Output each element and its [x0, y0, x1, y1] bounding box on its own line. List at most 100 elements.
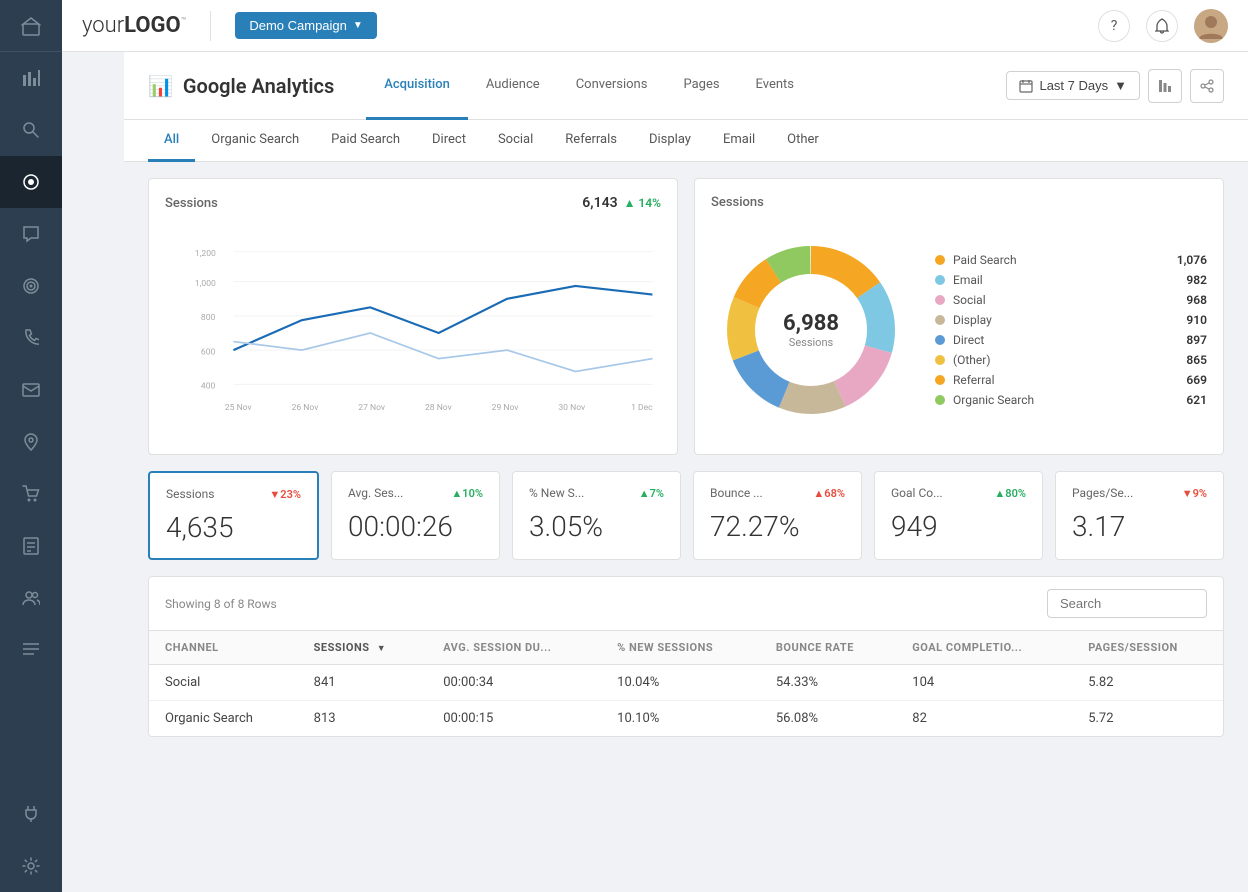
donut-content: 6,988 Sessions Paid Search 1,076 [711, 222, 1207, 438]
table-row: Organic Search 813 00:00:15 10.10% 56.08… [149, 701, 1223, 737]
metric-name-pages: Pages/Se... [1072, 486, 1133, 500]
metric-name-goal: Goal Co... [891, 486, 943, 500]
share-button[interactable] [1190, 69, 1224, 103]
svg-text:800: 800 [201, 313, 216, 323]
location-icon[interactable] [0, 416, 62, 468]
sub-tab-social[interactable]: Social [482, 120, 549, 162]
target-icon[interactable] [0, 260, 62, 312]
svg-text:1,200: 1,200 [195, 249, 216, 259]
legend-dot-social [935, 295, 945, 305]
legend-organic-search: Organic Search 621 [935, 390, 1207, 410]
metric-value-goal: 949 [891, 510, 1026, 543]
page-tabs: Acquisition Audience Conversions Pages E… [366, 52, 812, 119]
sub-tab-organic-search[interactable]: Organic Search [195, 120, 315, 162]
showing-text: Showing 8 of 8 Rows [165, 597, 277, 611]
legend-display: Display 910 [935, 310, 1207, 330]
tab-conversions[interactable]: Conversions [558, 52, 666, 120]
demo-campaign-button[interactable]: Demo Campaign ▼ [235, 12, 376, 39]
sub-tab-display[interactable]: Display [633, 120, 707, 162]
table-header-bar: Showing 8 of 8 Rows [149, 577, 1223, 631]
col-new-sessions: % NEW SESSIONS [601, 631, 760, 665]
sub-tabs: All Organic Search Paid Search Direct So… [124, 120, 1248, 162]
line-chart-svg-container: 1,200 1,000 800 600 400 [165, 223, 661, 423]
tab-events[interactable]: Events [738, 52, 812, 120]
line-chart-value: 6,143 ▲ 14% [582, 195, 661, 211]
cell-goal-organic: 82 [896, 701, 1072, 737]
line-chart-trend: ▲ 14% [624, 196, 661, 210]
tab-pages[interactable]: Pages [665, 52, 737, 120]
metric-value-sessions: 4,635 [166, 511, 301, 544]
metric-name-sessions: Sessions [166, 487, 214, 501]
email-sidebar-icon[interactable] [0, 364, 62, 416]
tab-audience[interactable]: Audience [468, 52, 558, 120]
page-title: Google Analytics [183, 74, 334, 98]
analytics-icon[interactable] [0, 52, 62, 104]
col-sessions[interactable]: SESSIONS ▼ [298, 631, 428, 665]
avatar[interactable] [1194, 9, 1228, 43]
users-icon[interactable] [0, 572, 62, 624]
donut-chart-title: Sessions [711, 195, 764, 210]
metric-trend-goal: ▲80% [994, 487, 1026, 500]
col-avg-session: AVG. SESSION DU... [427, 631, 601, 665]
sub-tab-other[interactable]: Other [771, 120, 835, 162]
legend-social: Social 968 [935, 290, 1207, 310]
reports-icon[interactable] [0, 520, 62, 572]
legend-dot-paid-search [935, 255, 945, 265]
metric-name-avg-session: Avg. Ses... [348, 486, 403, 500]
metric-trend-bounce: ▲68% [813, 487, 845, 500]
logo-divider [210, 11, 211, 41]
metric-card-goal[interactable]: Goal Co... ▲80% 949 [874, 471, 1043, 560]
cell-pages-social: 5.82 [1072, 665, 1223, 701]
list-icon[interactable] [0, 624, 62, 676]
metric-card-bounce[interactable]: Bounce ... ▲68% 72.27% [693, 471, 862, 560]
col-channel: CHANNEL [149, 631, 298, 665]
help-button[interactable]: ? [1098, 10, 1130, 42]
ga-icon: 📊 [148, 74, 173, 98]
metric-card-new-sessions[interactable]: % New S... ▲7% 3.05% [512, 471, 681, 560]
notifications-button[interactable] [1146, 10, 1178, 42]
donut-chart-header: Sessions [711, 195, 1207, 210]
search-sidebar-icon[interactable] [0, 104, 62, 156]
metric-card-pages[interactable]: Pages/Se... ▼9% 3.17 [1055, 471, 1224, 560]
logo-area: yourLOGO™ Demo Campaign ▼ [82, 11, 377, 41]
page-header-right: Last 7 Days ▼ [1006, 69, 1224, 103]
cell-channel-social: Social [149, 665, 298, 701]
sub-tab-all[interactable]: All [148, 120, 195, 162]
sub-tab-email[interactable]: Email [707, 120, 771, 162]
table-search-input[interactable] [1047, 589, 1207, 618]
logo-text: yourLOGO™ [82, 13, 186, 38]
sub-tab-direct[interactable]: Direct [416, 120, 482, 162]
top-navigation: yourLOGO™ Demo Campaign ▼ ? [62, 0, 1248, 52]
plug-icon[interactable] [0, 788, 62, 840]
svg-text:1,000: 1,000 [195, 279, 216, 289]
sessions-donut-chart-card: Sessions [694, 178, 1224, 455]
phone-icon[interactable] [0, 312, 62, 364]
metrics-row: Sessions ▼23% 4,635 Avg. Ses... ▲10% 00:… [148, 471, 1224, 560]
sub-tab-paid-search[interactable]: Paid Search [315, 120, 416, 162]
metric-card-avg-session[interactable]: Avg. Ses... ▲10% 00:00:26 [331, 471, 500, 560]
settings-icon[interactable] [0, 840, 62, 892]
data-table-section: Showing 8 of 8 Rows CHANNEL SESSIONS ▼ A… [148, 576, 1224, 737]
donut-svg-wrap: 6,988 Sessions [711, 230, 911, 430]
col-goal: GOAL COMPLETIO... [896, 631, 1072, 665]
svg-text:400: 400 [201, 382, 216, 392]
chat-icon[interactable] [0, 208, 62, 260]
tab-acquisition[interactable]: Acquisition [366, 52, 468, 120]
svg-text:25 Nov: 25 Nov [225, 403, 252, 413]
main-content: 📊 Google Analytics Acquisition Audience … [124, 52, 1248, 892]
cell-sessions-social: 841 [298, 665, 428, 701]
chart-view-button[interactable] [1148, 69, 1182, 103]
legend-dot-display [935, 315, 945, 325]
legend-dot-organic-search [935, 395, 945, 405]
legend-direct: Direct 897 [935, 330, 1207, 350]
cart-icon[interactable] [0, 468, 62, 520]
sub-tab-referrals[interactable]: Referrals [549, 120, 633, 162]
home-icon[interactable] [0, 0, 62, 52]
sort-arrow-sessions: ▼ [377, 644, 386, 654]
col-pages-session: PAGES/SESSION [1072, 631, 1223, 665]
svg-text:1 Dec: 1 Dec [631, 403, 653, 413]
activity-icon[interactable] [0, 156, 62, 208]
cell-sessions-organic: 813 [298, 701, 428, 737]
metric-card-sessions[interactable]: Sessions ▼23% 4,635 [148, 471, 319, 560]
date-range-button[interactable]: Last 7 Days ▼ [1006, 71, 1140, 100]
